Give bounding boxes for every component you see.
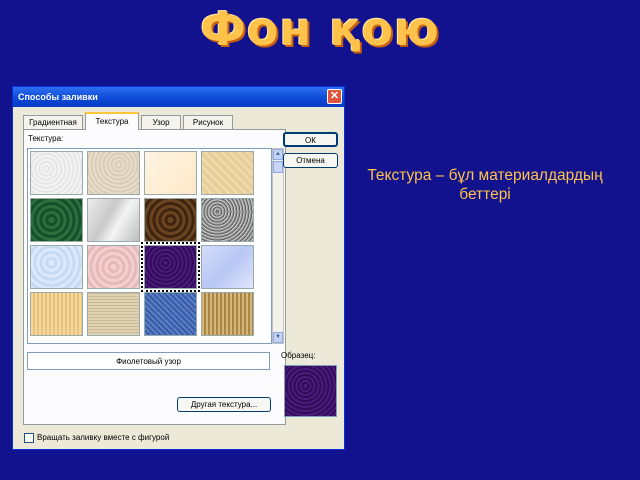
scroll-thumb[interactable]	[273, 161, 283, 173]
texture-swatch[interactable]	[144, 292, 197, 336]
texture-swatch[interactable]	[87, 245, 140, 289]
texture-swatch[interactable]	[201, 292, 254, 336]
slide-title: Фон қою	[200, 2, 440, 56]
ok-button[interactable]: ОК	[283, 132, 338, 147]
texture-label: Текстура:	[28, 134, 64, 143]
texture-swatch[interactable]	[30, 292, 83, 336]
texture-swatch[interactable]	[144, 151, 197, 195]
slide-caption: Текстура – бұл материалдардың беттері	[367, 167, 603, 203]
fill-effects-dialog: Способы заливки ✕ Градиентная Текстура У…	[12, 86, 345, 450]
texture-swatch[interactable]	[201, 198, 254, 242]
texture-swatch[interactable]	[30, 198, 83, 242]
dialog-title: Способы заливки	[18, 92, 98, 102]
texture-swatch-selected[interactable]	[141, 242, 200, 292]
texture-swatch[interactable]	[144, 198, 197, 242]
texture-swatch[interactable]	[30, 151, 83, 195]
rotate-with-shape-checkbox[interactable]	[24, 433, 34, 443]
cancel-button[interactable]: Отмена	[283, 153, 338, 168]
tab-picture[interactable]: Рисунок	[183, 115, 233, 129]
texture-swatch[interactable]	[201, 245, 254, 289]
texture-scrollbar[interactable]: ▲ ▼	[272, 148, 284, 344]
sample-preview	[284, 365, 337, 417]
texture-swatch[interactable]	[87, 151, 140, 195]
texture-tab-panel: Текстура: ▲ ▼ Фиолетовый узор Другая тек…	[23, 129, 286, 425]
texture-swatch[interactable]	[87, 292, 140, 336]
tab-texture[interactable]: Текстура	[85, 112, 139, 130]
texture-swatch[interactable]	[30, 245, 83, 289]
tab-pattern[interactable]: Узор	[141, 115, 181, 129]
scroll-up-icon[interactable]: ▲	[273, 149, 283, 160]
texture-swatch[interactable]	[87, 198, 140, 242]
other-texture-button[interactable]: Другая текстура...	[177, 397, 271, 412]
selected-texture-name: Фиолетовый узор	[27, 352, 270, 370]
texture-grid	[27, 148, 272, 344]
texture-swatch[interactable]	[201, 151, 254, 195]
scroll-down-icon[interactable]: ▼	[273, 332, 283, 343]
tab-gradient[interactable]: Градиентная	[23, 115, 83, 129]
close-icon[interactable]: ✕	[327, 89, 342, 104]
dialog-titlebar[interactable]: Способы заливки ✕	[13, 87, 344, 107]
rotate-with-shape-label: Вращать заливку вместе с фигурой	[37, 433, 170, 442]
sample-label: Образец:	[281, 351, 316, 360]
